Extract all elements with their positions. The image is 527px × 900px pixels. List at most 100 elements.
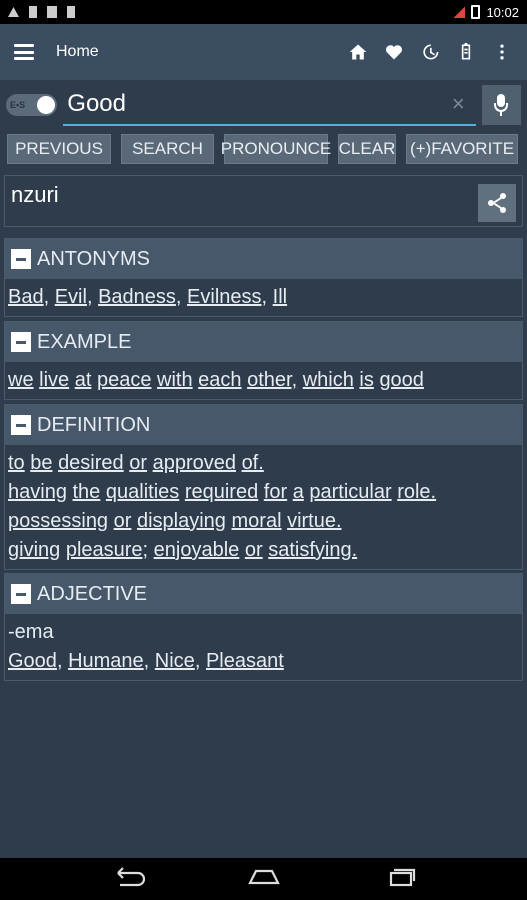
definition-header[interactable]: DEFINITION: [5, 405, 522, 445]
clipboard-icon[interactable]: [455, 41, 477, 63]
word-link[interactable]: possessing: [8, 510, 108, 532]
home-icon[interactable]: [347, 41, 369, 63]
word-link[interactable]: we: [8, 369, 34, 391]
word-link[interactable]: role.: [397, 481, 436, 503]
word-link[interactable]: giving: [8, 539, 60, 561]
definition-line: giving pleasure; enjoyable or satisfying…: [8, 536, 519, 565]
antonym-link[interactable]: Evilness: [187, 286, 261, 308]
word-link[interactable]: good: [379, 369, 424, 391]
word-link[interactable]: or: [129, 452, 147, 474]
word-link[interactable]: be: [30, 452, 52, 474]
pronounce-button[interactable]: PRONOUNCE: [221, 134, 331, 164]
microphone-icon[interactable]: [481, 85, 521, 125]
section-title: EXAMPLE: [37, 330, 132, 353]
home-nav-icon[interactable]: [246, 867, 282, 892]
search-field-wrapper: ×: [63, 84, 476, 126]
word-link[interactable]: to: [8, 452, 25, 474]
word-link[interactable]: at: [75, 369, 92, 391]
word-link[interactable]: the: [73, 481, 101, 503]
clear-button[interactable]: CLEAR: [338, 134, 396, 164]
translation-result: nzuri: [4, 175, 523, 227]
word-link[interactable]: of.: [242, 452, 264, 474]
clear-input-icon[interactable]: ×: [443, 91, 473, 117]
search-input[interactable]: [63, 85, 444, 123]
search-row: E•S ×: [0, 80, 527, 130]
section-title: DEFINITION: [37, 413, 151, 436]
word-link[interactable]: or: [114, 510, 132, 532]
more-options-icon[interactable]: [491, 41, 513, 63]
word-link[interactable]: which: [303, 369, 354, 391]
image-icon: [47, 6, 57, 18]
collapse-icon[interactable]: [11, 332, 31, 352]
history-icon[interactable]: [419, 41, 441, 63]
antonyms-header[interactable]: ANTONYMS: [5, 239, 522, 279]
antonym-link[interactable]: Evil: [55, 286, 87, 308]
toggle-label: E•S: [10, 100, 26, 110]
status-bar: 10:02: [0, 0, 527, 24]
word-link[interactable]: other,: [247, 369, 297, 391]
word-link[interactable]: particular: [309, 481, 391, 503]
search-button[interactable]: SEARCH: [121, 134, 214, 164]
battery-icon: [471, 5, 481, 19]
word-link[interactable]: virtue.: [287, 510, 341, 532]
word-link[interactable]: desired: [58, 452, 124, 474]
word-link[interactable]: each: [198, 369, 241, 391]
word-link[interactable]: for: [264, 481, 287, 503]
collapse-icon[interactable]: [11, 415, 31, 435]
download-icon: [67, 6, 75, 18]
menu-icon[interactable]: [14, 44, 34, 60]
toggle-knob: [37, 96, 56, 114]
adjective-synonyms: Good, Humane, Nice, Pleasant: [8, 650, 284, 672]
heart-icon[interactable]: [383, 41, 405, 63]
word-link[interactable]: a: [293, 481, 304, 503]
word-link[interactable]: with: [157, 369, 193, 391]
definition-line: possessing or displaying moral virtue.: [8, 507, 519, 536]
example-header[interactable]: EXAMPLE: [5, 322, 522, 362]
adjective-body: -ema Good, Humane, Nice, Pleasant: [5, 614, 522, 680]
warning-icon: [8, 7, 19, 17]
share-icon[interactable]: [478, 184, 516, 222]
language-toggle[interactable]: E•S: [6, 94, 58, 116]
word-link[interactable]: is: [359, 369, 373, 391]
word-link[interactable]: or: [245, 539, 263, 561]
recents-icon[interactable]: [382, 867, 418, 892]
back-icon[interactable]: [110, 866, 146, 892]
antonyms-list: Bad, Evil, Badness, Evilness, Ill: [8, 286, 288, 308]
synonym-link[interactable]: Nice: [155, 650, 195, 672]
word-link[interactable]: having: [8, 481, 67, 503]
collapse-icon[interactable]: [11, 584, 31, 604]
previous-button[interactable]: PREVIOUS: [7, 134, 111, 164]
translated-word: nzuri: [11, 182, 59, 207]
definition-text: to be desired or approved of. having the…: [5, 445, 522, 569]
app-bar: Home: [0, 24, 527, 80]
antonym-link[interactable]: Bad: [8, 286, 44, 308]
word-link[interactable]: qualities: [106, 481, 179, 503]
word-link[interactable]: satisfying.: [268, 539, 357, 561]
word-link[interactable]: moral: [232, 510, 282, 532]
synonym-link[interactable]: Humane: [68, 650, 144, 672]
word-link[interactable]: displaying: [137, 510, 226, 532]
antonym-link[interactable]: Badness: [98, 286, 176, 308]
collapse-icon[interactable]: [11, 249, 31, 269]
word-link[interactable]: live: [39, 369, 69, 391]
antonyms-section: ANTONYMS Bad, Evil, Badness, Evilness, I…: [4, 238, 523, 317]
signal-icon: [453, 6, 466, 18]
synonym-link[interactable]: Pleasant: [206, 650, 284, 672]
adjective-word: -ema: [8, 621, 54, 643]
action-button-row: PREVIOUS SEARCH PRONOUNCE CLEAR (+)FAVOR…: [0, 134, 527, 166]
synonym-link[interactable]: Good: [8, 650, 57, 672]
usb-icon: [29, 6, 37, 18]
favorite-button[interactable]: (+)FAVORITE: [406, 134, 518, 164]
word-link[interactable]: approved: [153, 452, 236, 474]
example-section: EXAMPLE we live at peace with each other…: [4, 321, 523, 400]
word-link[interactable]: enjoyable: [154, 539, 240, 561]
adjective-section: ADJECTIVE -ema Good, Humane, Nice, Pleas…: [4, 573, 523, 681]
antonym-link[interactable]: Ill: [273, 286, 287, 308]
definition-line: to be desired or approved of.: [8, 449, 519, 478]
word-link[interactable]: required: [185, 481, 258, 503]
definition-section: DEFINITION to be desired or approved of.…: [4, 404, 523, 570]
word-link[interactable]: peace: [97, 369, 152, 391]
word-link[interactable]: pleasure;: [66, 539, 148, 561]
adjective-header[interactable]: ADJECTIVE: [5, 574, 522, 614]
system-navigation-bar: [0, 858, 527, 900]
